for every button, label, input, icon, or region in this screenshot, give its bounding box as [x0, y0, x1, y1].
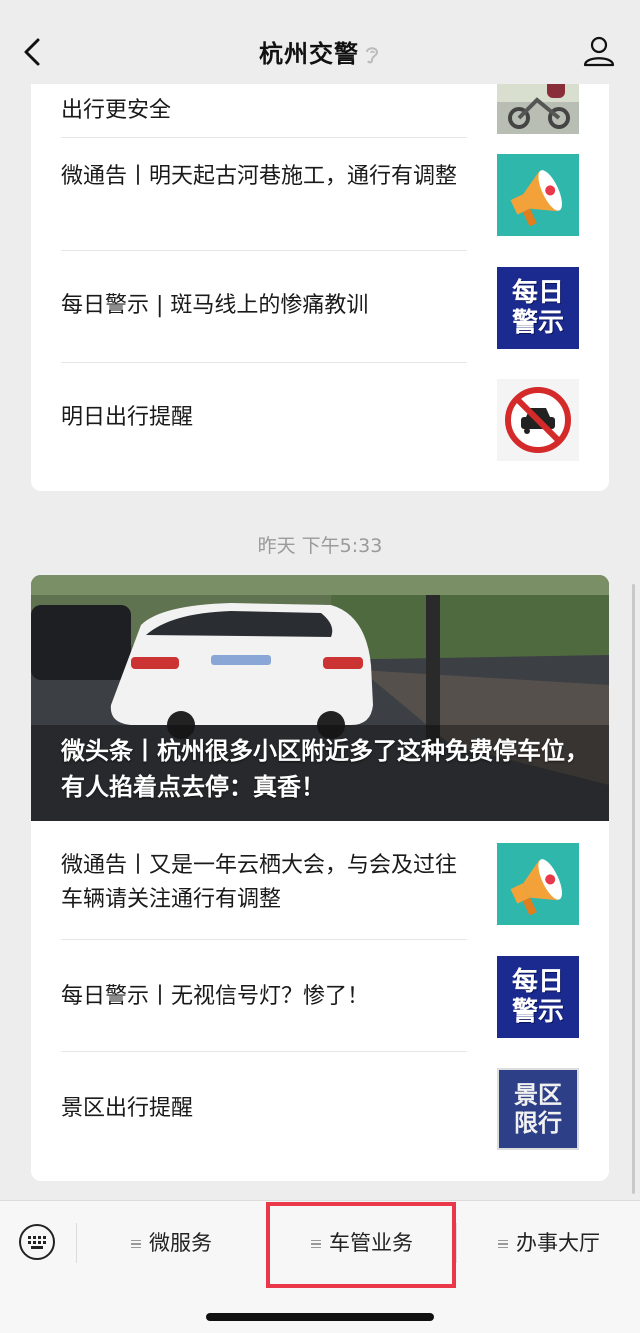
article-item[interactable]: 微通告丨又是一年云栖大会，与会及过往车辆请关注通行有调整 [31, 821, 609, 940]
page-title: 杭州交警 [0, 34, 640, 69]
scrollbar[interactable] [632, 584, 635, 1194]
megaphone-icon [510, 170, 562, 227]
top-nav-bar: 杭州交警 [0, 0, 640, 84]
article-item[interactable]: 出行更安全 [31, 84, 609, 138]
daily-warning-thumbnail: 每日 警示 [497, 267, 579, 349]
account-name: 杭州交警 [259, 40, 359, 68]
thumb-text: 每日 [511, 278, 564, 308]
menu-micro-services[interactable]: 微服务 [80, 1225, 263, 1261]
article-item[interactable]: 每日警示丨无视信号灯？惨了！ 每日 警示 [31, 940, 609, 1052]
article-title: 每日警示 | 斑马线上的惨痛教训 [61, 293, 369, 318]
article-item[interactable]: 明日出行提醒 [31, 363, 609, 491]
menu-label: 办事大厅 [516, 1231, 600, 1255]
article-title: 出行更安全 [61, 98, 172, 123]
thumb-text: 每日 [511, 967, 564, 997]
menu-service-hall[interactable]: 办事大厅 [458, 1225, 640, 1261]
article-item[interactable]: 微通告丨明天起古河巷施工，通行有调整 [31, 138, 609, 251]
article-card: 出行更安全 微通告丨明天起古河巷施工，通行有调整 每日警示 | 斑马线上的惨痛教… [31, 84, 609, 491]
menu-lines-icon [498, 1238, 508, 1251]
profile-icon[interactable] [582, 34, 616, 68]
article-item[interactable]: 景区出行提醒 景区 限行 [31, 1052, 609, 1181]
thumb-text: 限行 [514, 1109, 562, 1137]
highlight-annotation-box [266, 1202, 456, 1288]
home-indicator[interactable] [206, 1313, 434, 1321]
thumb-text: 景区 [514, 1081, 562, 1109]
headline-title: 微头条丨杭州很多小区附近多了这种免费停车位，有人掐着点去停：真香！ [61, 737, 589, 801]
article-title: 明日出行提醒 [61, 405, 194, 430]
megaphone-thumbnail [497, 154, 579, 236]
article-item[interactable]: 每日警示 | 斑马线上的惨痛教训 每日 警示 [31, 251, 609, 363]
article-title: 景区出行提醒 [61, 1096, 194, 1121]
keyboard-icon[interactable] [18, 1223, 56, 1261]
divider [76, 1223, 77, 1263]
article-title: 微通告丨又是一年云栖大会，与会及过往车辆请关注通行有调整 [61, 853, 458, 912]
thumb-text: 警示 [511, 997, 564, 1027]
message-list: 出行更安全 微通告丨明天起古河巷施工，通行有调整 每日警示 | 斑马线上的惨痛教… [0, 84, 640, 1200]
menu-lines-icon [131, 1238, 141, 1251]
ear-listen-icon[interactable] [363, 44, 381, 66]
article-card: 微头条丨杭州很多小区附近多了这种免费停车位，有人掐着点去停：真香！ 微通告丨又是… [31, 575, 609, 1181]
daily-warning-thumbnail: 每日 警示 [497, 956, 579, 1038]
no-car-sign-thumbnail [497, 379, 579, 461]
megaphone-thumbnail [497, 843, 579, 925]
article-title: 每日警示丨无视信号灯？惨了！ [61, 984, 370, 1009]
megaphone-icon [510, 859, 562, 916]
article-title: 微通告丨明天起古河巷施工，通行有调整 [61, 164, 458, 189]
divider [456, 1223, 457, 1263]
headline-article[interactable]: 微头条丨杭州很多小区附近多了这种免费停车位，有人掐着点去停：真香！ [31, 575, 609, 821]
message-timestamp: 昨天 下午5:33 [257, 535, 383, 557]
menu-label: 微服务 [149, 1231, 212, 1255]
scenic-restriction-thumbnail: 景区 限行 [497, 1068, 579, 1150]
no-car-icon [505, 387, 571, 453]
scooter-photo-thumbnail [497, 84, 579, 134]
thumb-text: 警示 [511, 308, 564, 338]
